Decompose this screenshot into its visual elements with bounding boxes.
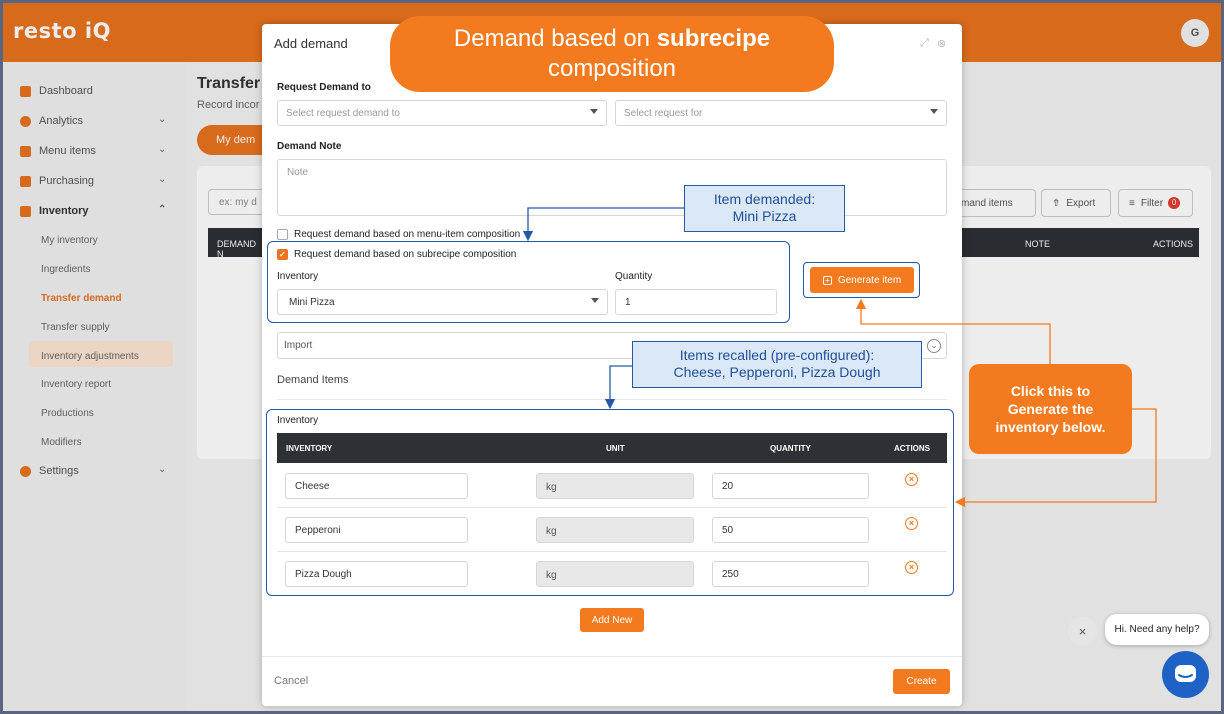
arrow-to-generate	[855, 298, 1051, 364]
annotation-arrows	[522, 207, 1157, 508]
chat-icon	[1175, 665, 1196, 682]
chat-dismiss-button[interactable]: ×	[1068, 617, 1097, 646]
chat-message-bubble[interactable]: Hi. Need any help?	[1105, 614, 1209, 645]
arrow-item-demanded	[522, 207, 684, 242]
arrow-to-table	[954, 408, 1157, 508]
arrow-items-recalled	[604, 365, 632, 410]
chat-launcher-button[interactable]	[1162, 651, 1209, 698]
